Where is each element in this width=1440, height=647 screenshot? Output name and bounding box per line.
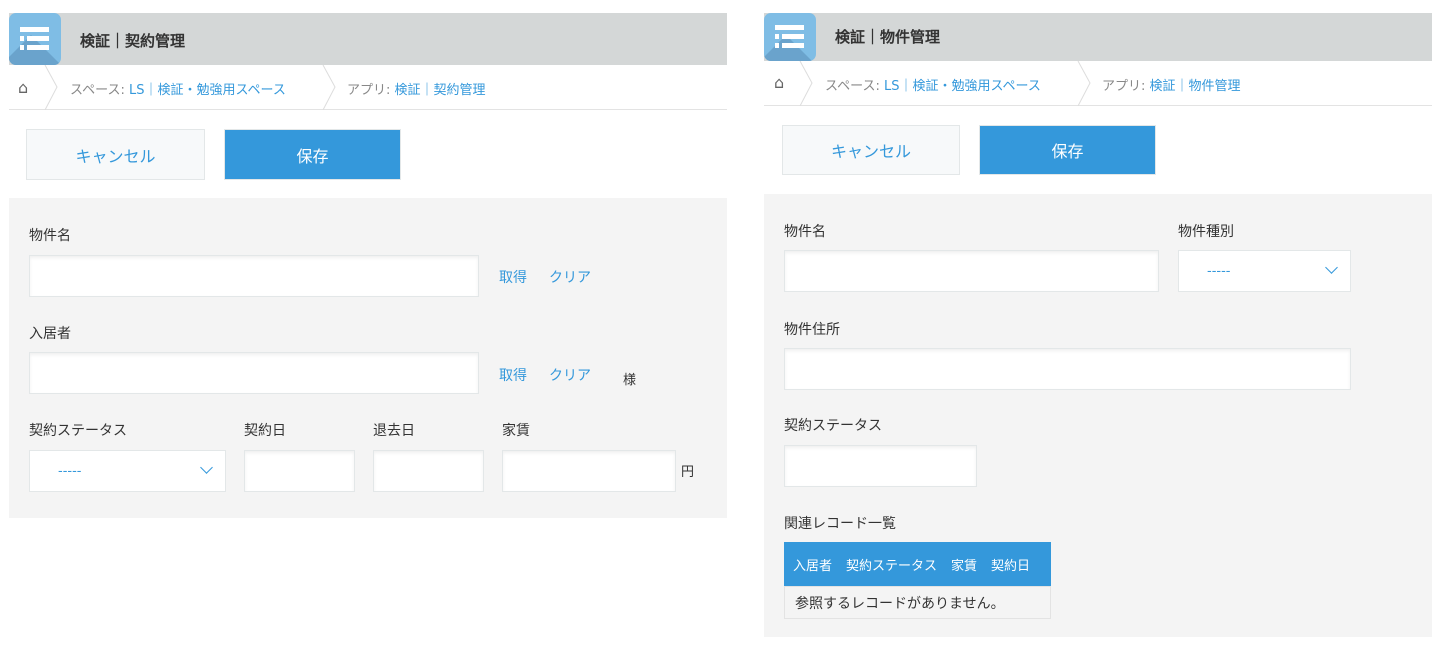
cancel-button[interactable]: キャンセル — [782, 125, 960, 175]
yen-unit: 円 — [681, 465, 695, 480]
clear-link[interactable]: クリア — [549, 267, 591, 287]
property-name-input[interactable] — [784, 250, 1159, 292]
clear-link[interactable]: クリア — [549, 365, 591, 385]
related-records-label: 関連レコード一覧 — [784, 516, 896, 532]
home-icon[interactable]: ⌂ — [774, 73, 784, 92]
rent-label: 家賃 — [502, 423, 530, 439]
rent-input[interactable] — [502, 450, 676, 492]
breadcrumb-separator — [799, 61, 813, 106]
status-input[interactable] — [784, 445, 977, 487]
status-select-value: ----- — [58, 463, 82, 479]
related-table-header: 入居者 契約ステータス 家賃 契約日 — [784, 542, 1051, 586]
app-link[interactable]: 検証｜契約管理 — [395, 83, 486, 98]
space-prefix: スペース: — [825, 79, 884, 94]
column-header: 契約ステータス — [846, 558, 938, 574]
contract-date-label: 契約日 — [244, 423, 286, 439]
app-title: 検証｜物件管理 — [835, 28, 941, 46]
column-header: 家賃 — [951, 558, 978, 574]
column-header: 入居者 — [793, 558, 833, 574]
address-input[interactable] — [784, 348, 1351, 390]
breadcrumb-app[interactable]: アプリ: 検証｜契約管理 — [347, 79, 486, 98]
fetch-link[interactable]: 取得 — [499, 365, 527, 385]
app-prefix: アプリ: — [1102, 79, 1150, 94]
space-link[interactable]: LS｜検証・勉強用スペース — [884, 79, 1041, 94]
breadcrumb-separator — [44, 65, 58, 110]
app-prefix: アプリ: — [347, 83, 395, 98]
property-type-value: ----- — [1207, 263, 1231, 279]
app-title: 検証｜契約管理 — [80, 32, 186, 50]
breadcrumb-separator — [322, 65, 336, 110]
status-label: 契約ステータス — [29, 423, 127, 439]
app-list-icon — [764, 13, 816, 61]
space-prefix: スペース: — [70, 83, 129, 98]
cancel-button[interactable]: キャンセル — [26, 129, 205, 180]
breadcrumb-app[interactable]: アプリ: 検証｜物件管理 — [1102, 75, 1241, 94]
contract-date-input[interactable] — [244, 450, 355, 492]
breadcrumb-space[interactable]: スペース: LS｜検証・勉強用スペース — [825, 75, 1041, 94]
home-icon[interactable]: ⌂ — [18, 78, 28, 97]
chevron-down-icon — [1325, 261, 1338, 274]
chevron-down-icon — [200, 461, 213, 474]
property-name-label: 物件名 — [784, 224, 826, 240]
status-select[interactable]: ----- — [29, 450, 226, 492]
app-link[interactable]: 検証｜物件管理 — [1150, 79, 1241, 94]
moveout-date-input[interactable] — [373, 450, 484, 492]
property-name-label: 物件名 — [29, 228, 71, 244]
empty-table-message: 参照するレコードがありません。 — [784, 586, 1051, 619]
column-header: 契約日 — [991, 558, 1031, 574]
property-name-input[interactable] — [29, 255, 479, 297]
fetch-link[interactable]: 取得 — [499, 267, 527, 287]
space-link[interactable]: LS｜検証・勉強用スペース — [129, 83, 286, 98]
tenant-input[interactable] — [29, 352, 479, 394]
honorific-suffix: 様 — [623, 373, 637, 388]
breadcrumb-separator — [1077, 61, 1091, 106]
tenant-label: 入居者 — [29, 326, 71, 342]
property-type-select[interactable]: ----- — [1178, 250, 1351, 292]
status-label: 契約ステータス — [784, 418, 882, 434]
save-button[interactable]: 保存 — [979, 125, 1156, 175]
property-type-label: 物件種別 — [1178, 224, 1234, 240]
moveout-date-label: 退去日 — [373, 423, 415, 439]
address-label: 物件住所 — [784, 322, 840, 338]
app-list-icon — [9, 13, 61, 65]
breadcrumb-space[interactable]: スペース: LS｜検証・勉強用スペース — [70, 79, 286, 98]
save-button[interactable]: 保存 — [224, 129, 401, 180]
